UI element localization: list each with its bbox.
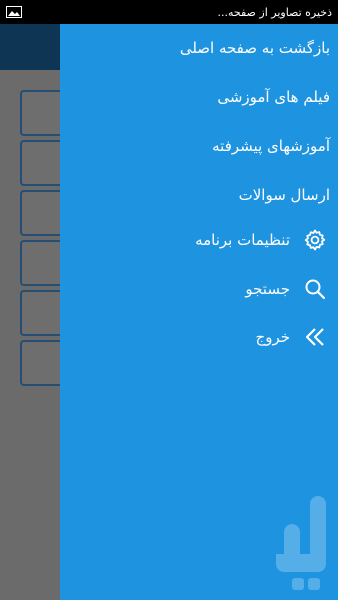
navigation-drawer: بازگشت به صفحه اصلی فیلم های آموزشی آموز… xyxy=(60,24,338,600)
gear-icon xyxy=(300,225,330,255)
search-icon xyxy=(300,274,330,304)
app-logo-watermark xyxy=(276,496,326,590)
menu-item-label: بازگشت به صفحه اصلی xyxy=(179,39,330,57)
menu-item-label: ارسال سوالات xyxy=(238,186,330,204)
menu-item-label: آموزشهای پیشرفته xyxy=(212,137,330,155)
menu-item-label: فیلم های آموزشی xyxy=(217,88,330,106)
double-chevron-left-icon xyxy=(300,322,330,352)
menu-item-exit[interactable]: خروج xyxy=(60,313,338,361)
menu-item-home[interactable]: بازگشت به صفحه اصلی xyxy=(60,24,338,72)
menu-item-advanced-tutorials[interactable]: آموزشهای پیشرفته xyxy=(60,122,338,170)
menu-item-label: تنظیمات برنامه xyxy=(195,231,290,249)
gallery-icon xyxy=(6,6,22,18)
status-bar: ذخیره تصاویر از صفحه... xyxy=(0,0,338,24)
menu-item-settings[interactable]: تنظیمات برنامه xyxy=(60,216,338,264)
notification-text: ذخیره تصاویر از صفحه... xyxy=(217,5,333,19)
menu-item-training-videos[interactable]: فیلم های آموزشی xyxy=(60,73,338,121)
menu-item-label: جستجو xyxy=(245,280,290,298)
menu-item-send-questions[interactable]: ارسال سوالات xyxy=(60,171,338,219)
menu-item-search[interactable]: جستجو xyxy=(60,265,338,313)
menu-item-label: خروج xyxy=(255,328,290,346)
